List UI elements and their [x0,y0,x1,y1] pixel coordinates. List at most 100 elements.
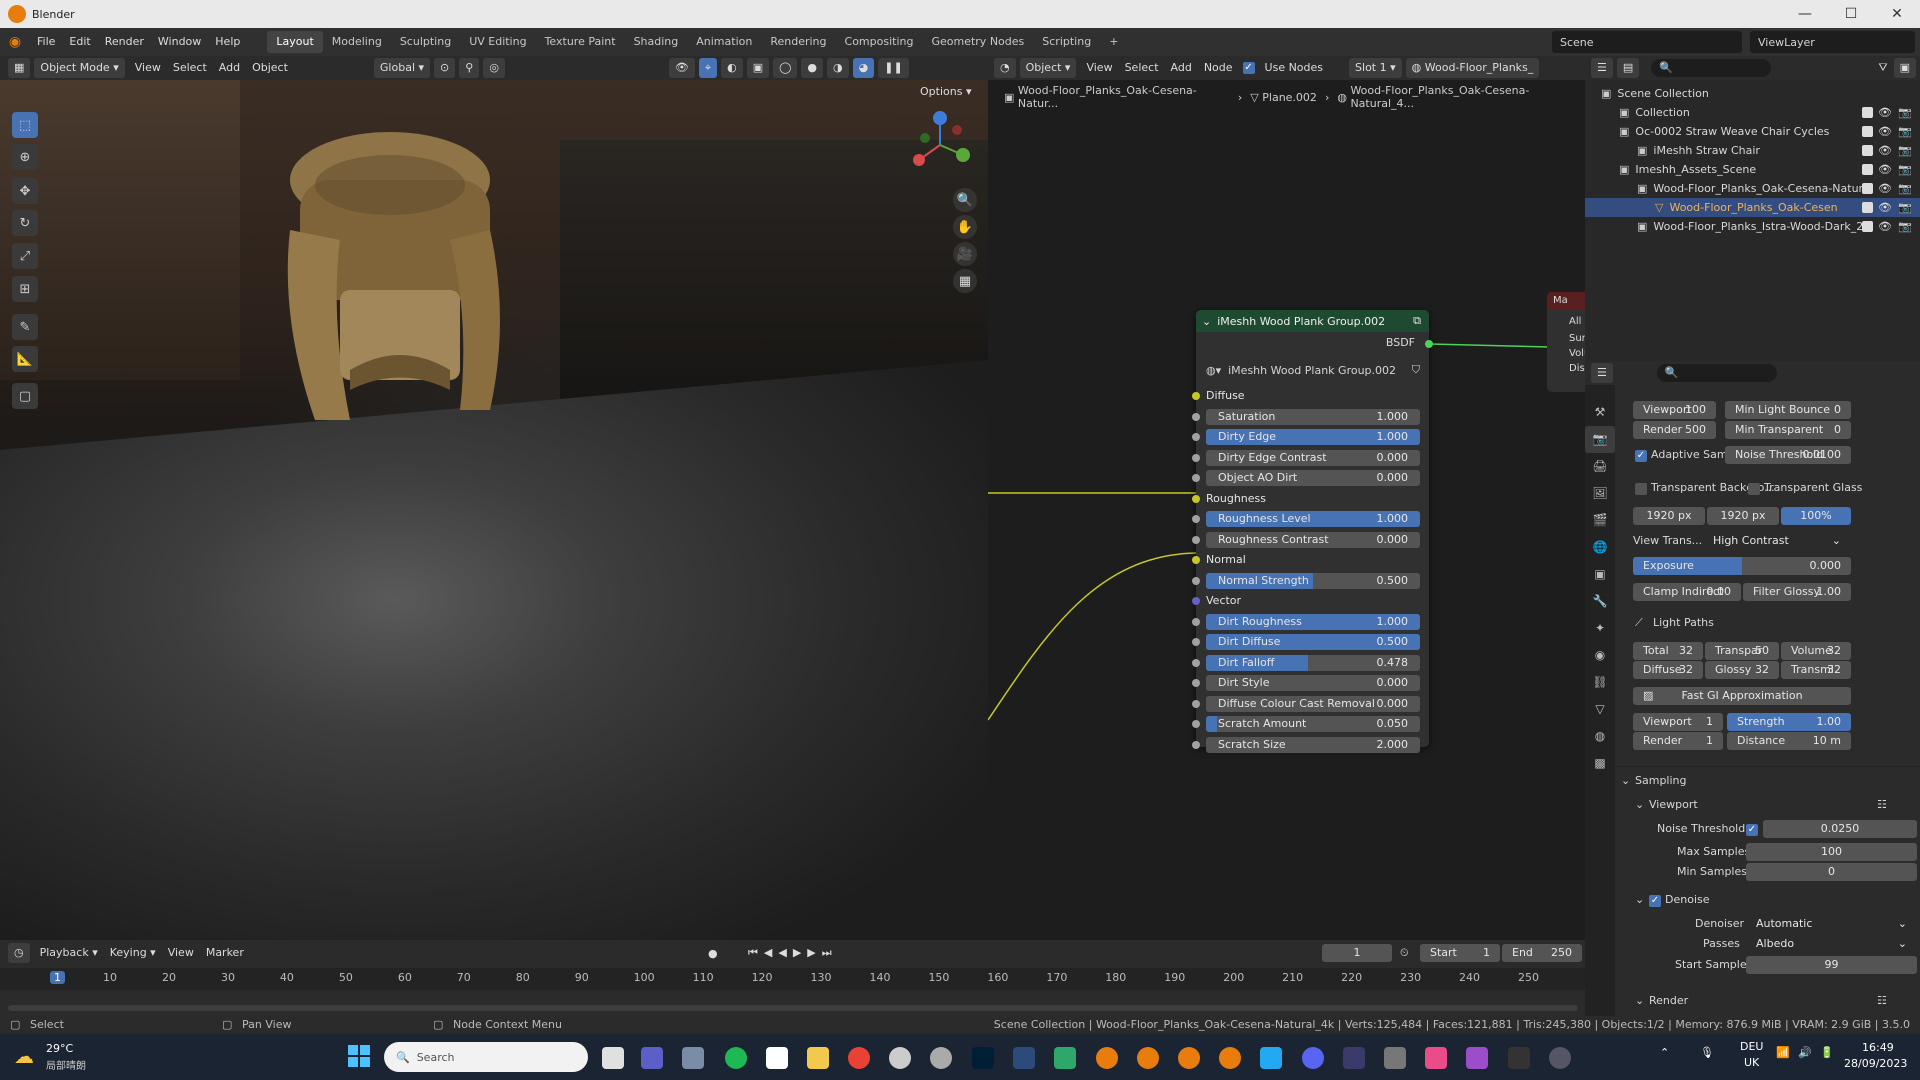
mic-icon[interactable]: 🎙 [1700,1046,1714,1059]
perspective-grid-icon[interactable]: ▦ [953,269,977,293]
modifier-tab-icon[interactable]: 🔧 [1585,588,1615,615]
taskbar-search-input[interactable]: 🔍 Search [384,1042,588,1072]
physics-tab-icon[interactable]: ◉ [1585,642,1615,669]
shader-type-selector[interactable]: Object ▾ [1019,58,1077,78]
node-input-field[interactable]: Dirt Style 0.000 [1206,675,1420,691]
add-menu[interactable]: Add [213,58,246,78]
record-icon[interactable]: ● [708,947,718,960]
min-light-bounce-field[interactable]: Min Light Bounce 0 [1725,401,1851,419]
input-region[interactable]: UK [1744,1056,1759,1069]
node-select-menu[interactable]: Select [1119,58,1165,78]
workspace-tab-layout[interactable]: Layout [267,31,323,53]
render-samples-field[interactable]: Render 500 [1633,421,1716,439]
zoom-icon[interactable]: 🔍 [953,188,977,212]
mode-selector[interactable]: Object Mode ▾ [34,58,125,78]
material-output-all[interactable]: All [1547,310,1587,327]
publisher-icon[interactable] [1013,1047,1035,1069]
view-layer-selector[interactable]: ViewLayer [1750,31,1915,53]
breadcrumb-mesh[interactable]: Plane.002 [1262,91,1317,104]
object-tab-icon[interactable]: ▣ [1585,561,1615,588]
exclude-checkbox[interactable] [1862,183,1873,194]
select-menu[interactable]: Select [167,58,213,78]
viewport-section-label[interactable]: Viewport [1649,798,1698,811]
menu-help[interactable]: Help [208,31,247,53]
current-frame-indicator[interactable]: 1 [50,971,65,984]
end-frame-field[interactable]: End 250 [1502,944,1582,962]
node-input-field[interactable]: Roughness Level 1.000 [1206,511,1420,527]
input-socket-8[interactable] [1192,556,1200,564]
material-selector[interactable]: ◍ Wood-Floor_Planks_ [1405,58,1540,78]
view-transform-dropdown[interactable]: High Contrast ⌄ [1703,532,1851,550]
node-input-field[interactable]: Dirt Diffuse 0.500 [1206,634,1420,650]
navigation-gizmo[interactable] [905,110,975,180]
node-input-field[interactable]: Dirty Edge 1.000 [1206,429,1420,445]
render-camera-icon[interactable]: 📷 [1898,106,1912,119]
lp-diffuse-field[interactable]: Diffuse 32 [1633,661,1703,679]
visibility-eye-icon[interactable]: 👁 [1878,144,1892,157]
gi-distance-field[interactable]: Distance 10 m [1727,732,1851,750]
input-socket-2[interactable] [1192,433,1200,441]
cursor-tool-icon[interactable]: ⊕ [12,144,38,170]
outliner-row[interactable]: ▣ iMeshh Straw Chair 👁 📷 [1585,141,1920,160]
input-language[interactable]: DEU [1740,1040,1763,1053]
gi-render-field[interactable]: Render 1 [1633,732,1723,750]
gi-strength-field[interactable]: Strength 1.00 [1727,713,1851,731]
render-camera-icon[interactable]: 📷 [1898,182,1912,195]
visibility-eye-icon[interactable]: 👁 [1878,106,1892,119]
teams-chat-icon[interactable] [641,1047,663,1069]
measure-tool-icon[interactable]: 📐 [12,346,38,372]
notion-icon[interactable] [766,1047,788,1069]
outliner-row[interactable]: ▣ Collection 👁 📷 [1585,103,1920,122]
workspace-tab-rendering[interactable]: Rendering [761,31,835,53]
pink-app-icon[interactable] [1425,1047,1447,1069]
straw-chair-object[interactable] [270,120,520,450]
new-collection-icon[interactable]: ▣ [1893,58,1916,78]
scene-selector[interactable]: Scene [1552,31,1742,53]
collapse-chevron-icon[interactable]: ⌄ [1202,315,1211,328]
viewport-presets-icon[interactable]: ☷ [1877,798,1887,811]
node-input-field[interactable]: Dirty Edge Contrast 0.000 [1206,449,1420,466]
weather-desc[interactable]: 局部晴朗 [46,1057,86,1072]
denoise-chevron-icon[interactable]: ⌄ [1635,893,1644,906]
vp-min-samples-field[interactable]: 0 [1746,863,1917,881]
input-socket-11[interactable] [1192,617,1200,626]
blender-taskbar-icon-active[interactable] [1178,1047,1200,1069]
resolution-x-field[interactable]: 1920 px [1633,507,1705,525]
overlay-icon[interactable]: ◐ [721,58,743,78]
keying-menu[interactable]: Keying ▾ [104,943,162,963]
min-transparent-bounce-field[interactable]: Min Transparent Bounc0 [1725,421,1851,439]
spotify-icon[interactable] [725,1047,747,1069]
workspace-tab-texture-paint[interactable]: Texture Paint [536,31,625,53]
blender-taskbar-icon-1[interactable] [1096,1047,1118,1069]
menu-edit[interactable]: Edit [62,31,97,53]
proportional-edit-icon[interactable]: ◎ [483,58,505,78]
vp-noise-threshold-field[interactable]: 0.0250 [1763,820,1917,838]
material-shading-icon[interactable]: ◑ [827,58,849,78]
exclude-checkbox[interactable] [1862,107,1873,118]
workspace-tab-uv-editing[interactable]: UV Editing [460,31,535,53]
outliner-search-input[interactable]: 🔍 [1651,59,1772,77]
exclude-checkbox[interactable] [1862,221,1873,232]
render-presets-icon[interactable]: ☷ [1877,994,1887,1007]
input-socket-7[interactable] [1192,535,1200,544]
noise-threshold-field[interactable]: Noise Threshold 0.0100 [1725,446,1851,464]
outliner-row[interactable]: ▣ Wood-Floor_Planks_Oak-Cesena-Natura 👁 📷 [1585,179,1920,198]
view-layer-tab-icon[interactable]: 🖼 [1585,480,1615,507]
sheets-app-icon[interactable] [1054,1047,1076,1069]
input-socket-4[interactable] [1192,474,1200,482]
battery-icon[interactable]: 🔋 [1820,1046,1834,1059]
input-socket-5[interactable] [1192,494,1200,503]
lp-glossy-field[interactable]: Glossy 32 [1705,661,1779,679]
material-slot-selector[interactable]: Slot 1 ▾ [1349,58,1402,78]
node-add-menu[interactable]: Add [1165,58,1198,78]
render-camera-icon[interactable]: 📷 [1898,163,1912,176]
weather-icon[interactable]: ☁ [14,1044,34,1068]
input-socket-10[interactable] [1192,597,1200,605]
render-tab-icon[interactable]: 📷 [1585,426,1615,453]
passes-dropdown[interactable]: Albedo ⌄ [1746,935,1917,953]
tray-chevron-icon[interactable]: ⌃ [1660,1046,1669,1059]
input-socket-14[interactable] [1192,679,1200,687]
blender-menu-icon[interactable]: ◉ [0,34,30,50]
gear-app-icon[interactable] [1549,1047,1571,1069]
pivot-icon[interactable]: ⊙ [434,58,456,78]
